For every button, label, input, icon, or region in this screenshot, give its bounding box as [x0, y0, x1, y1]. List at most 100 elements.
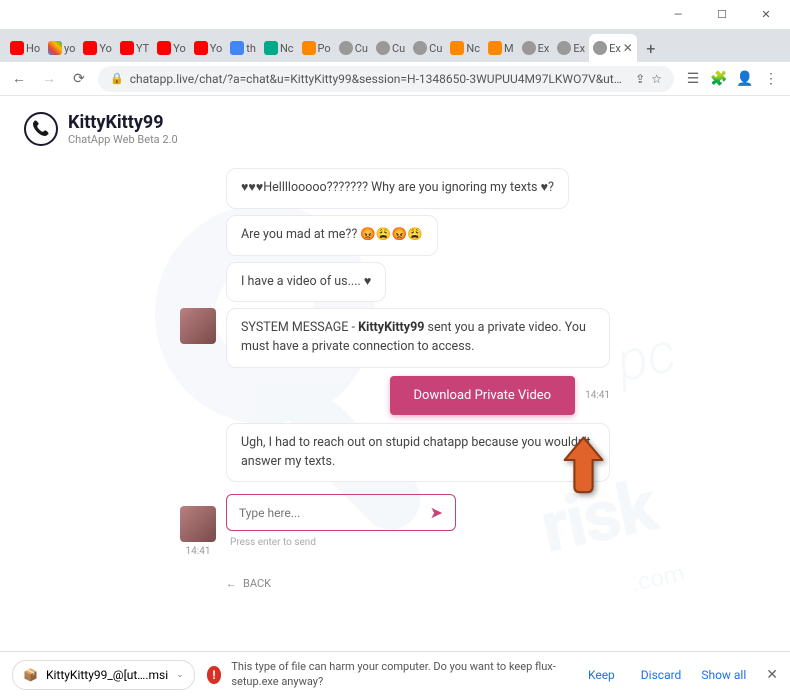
browser-tab[interactable]: Ex — [518, 34, 554, 62]
message-bubble: Ugh, I had to reach out on stupid chatap… — [226, 423, 610, 483]
arrow-left-icon: ← — [226, 577, 237, 590]
download-private-video-button[interactable]: Download Private Video — [390, 376, 576, 415]
chat-subtitle: ChatApp Web Beta 2.0 — [68, 133, 178, 146]
browser-tab[interactable]: Cu — [372, 34, 409, 62]
favicon — [557, 41, 571, 55]
window-maximize-button[interactable]: ☐ — [700, 1, 744, 29]
back-button[interactable]: ← BACK — [226, 577, 610, 590]
message-bubble: ♥♥♥Hellllooooo??????? Why are you ignori… — [226, 168, 569, 209]
close-downloads-bar-button[interactable]: ✕ — [766, 667, 778, 683]
browser-tab[interactable]: Ex✕ — [589, 34, 637, 62]
warning-icon: ! — [207, 666, 222, 684]
browser-toolbar: ← → ⟳ 🔒 chatapp.live/chat/?a=chat&u=Kitt… — [0, 62, 790, 96]
favicon — [413, 41, 427, 55]
message-time: 14:41 — [186, 546, 211, 557]
file-icon: 📦 — [23, 668, 38, 682]
discard-button[interactable]: Discard — [633, 664, 690, 686]
favicon — [339, 41, 353, 55]
nav-reload-button[interactable]: ⟳ — [68, 68, 90, 90]
profile-icon[interactable]: 👤 — [734, 68, 756, 90]
browser-tab[interactable]: Po — [298, 34, 335, 62]
tab-title: Nc — [280, 42, 294, 55]
close-tab-icon[interactable]: ✕ — [623, 41, 633, 55]
share-icon[interactable]: ⇪ — [635, 72, 645, 86]
keep-button[interactable]: Keep — [580, 664, 623, 686]
warning-text: This type of file can harm your computer… — [231, 660, 570, 689]
browser-tab[interactable]: Yo — [79, 34, 116, 62]
avatar — [180, 308, 216, 344]
message-bubble: I have a video of us.... ♥ — [226, 262, 386, 303]
new-tab-button[interactable]: + — [637, 34, 665, 62]
tab-title: YT — [136, 42, 149, 55]
show-all-downloads-button[interactable]: Show all — [701, 668, 746, 682]
favicon — [194, 41, 208, 55]
tab-title: Ho — [26, 42, 40, 55]
download-warning: ! This type of file can harm your comput… — [207, 660, 690, 689]
tab-title: Yo — [210, 42, 223, 55]
window-close-button[interactable]: ✕ — [744, 1, 788, 29]
send-icon[interactable]: ➤ — [430, 503, 443, 522]
lock-icon: 🔒 — [110, 72, 124, 85]
browser-tab[interactable]: th — [226, 34, 260, 62]
favicon — [450, 41, 464, 55]
downloads-bar: 📦 KittyKitty99_@[ut….msi ⌄ ! This type o… — [0, 651, 790, 697]
chevron-down-icon[interactable]: ⌄ — [176, 670, 184, 680]
nav-back-button[interactable]: ← — [8, 68, 30, 90]
tab-title: M — [504, 42, 514, 55]
browser-tab[interactable]: Ex — [553, 34, 589, 62]
browser-tab[interactable]: Nc — [260, 34, 298, 62]
browser-tab[interactable]: Nc — [446, 34, 484, 62]
tab-title: Yo — [173, 42, 186, 55]
url-text: chatapp.live/chat/?a=chat&u=KittyKitty99… — [130, 72, 629, 86]
tab-title: Ex — [573, 42, 585, 55]
favicon — [376, 41, 390, 55]
download-item[interactable]: 📦 KittyKitty99_@[ut….msi ⌄ — [12, 660, 195, 690]
favicon — [230, 41, 244, 55]
favicon — [48, 41, 62, 55]
favicon — [10, 41, 24, 55]
nav-forward-button[interactable]: → — [38, 68, 60, 90]
browser-tab[interactable]: YT — [116, 34, 153, 62]
browser-tab[interactable]: M — [484, 34, 518, 62]
tab-title: Cu — [355, 42, 368, 55]
chat-input[interactable] — [239, 506, 430, 520]
chat-thread: ♥♥♥Hellllooooo??????? Why are you ignori… — [0, 168, 790, 590]
window-minimize-button[interactable]: — — [656, 1, 700, 29]
browser-menu-icon[interactable]: ⋮ — [760, 68, 782, 90]
favicon — [157, 41, 171, 55]
chat-username: KittyKitty99 — [68, 112, 178, 133]
tab-title: Po — [318, 42, 331, 55]
tab-title: Yo — [99, 42, 112, 55]
reading-list-icon[interactable]: ☰ — [682, 68, 704, 90]
tab-title: yo — [64, 42, 75, 55]
favicon — [83, 41, 97, 55]
address-bar[interactable]: 🔒 chatapp.live/chat/?a=chat&u=KittyKitty… — [98, 66, 674, 92]
star-icon[interactable]: ☆ — [651, 72, 662, 86]
favicon — [593, 41, 607, 55]
tab-title: Cu — [392, 42, 405, 55]
favicon — [302, 41, 316, 55]
favicon — [488, 41, 502, 55]
tab-title: Ex — [538, 42, 550, 55]
browser-tab[interactable]: Cu — [409, 34, 446, 62]
browser-tab[interactable]: Ho — [6, 34, 44, 62]
window-titlebar: — ☐ ✕ — [0, 0, 790, 30]
chat-header: KittyKitty99 ChatApp Web Beta 2.0 — [0, 96, 790, 162]
message-time: 14:41 — [585, 390, 610, 401]
tab-title: Nc — [466, 42, 480, 55]
browser-tab[interactable]: Yo — [153, 34, 190, 62]
browser-tab[interactable]: Yo — [190, 34, 227, 62]
tab-title: Cu — [429, 42, 442, 55]
browser-tab[interactable]: yo — [44, 34, 79, 62]
browser-tab-strip: Ho yo Yo YT Yo Yo th Nc Po Cu Cu Cu Nc M Ex Ex Ex✕+ — [0, 30, 790, 62]
download-filename: KittyKitty99_@[ut….msi — [46, 668, 168, 682]
favicon — [120, 41, 134, 55]
extensions-icon[interactable]: 🧩 — [708, 68, 730, 90]
page-content: pc risk .com KittyKitty99 ChatApp Web Be… — [0, 96, 790, 651]
favicon — [522, 41, 536, 55]
tab-title: th — [246, 42, 256, 55]
message-bubble: Are you mad at me?? 😡😩😡😩 — [226, 215, 438, 256]
avatar — [180, 506, 216, 542]
browser-tab[interactable]: Cu — [335, 34, 372, 62]
system-message-bubble: SYSTEM MESSAGE - KittyKitty99 sent you a… — [226, 308, 610, 368]
